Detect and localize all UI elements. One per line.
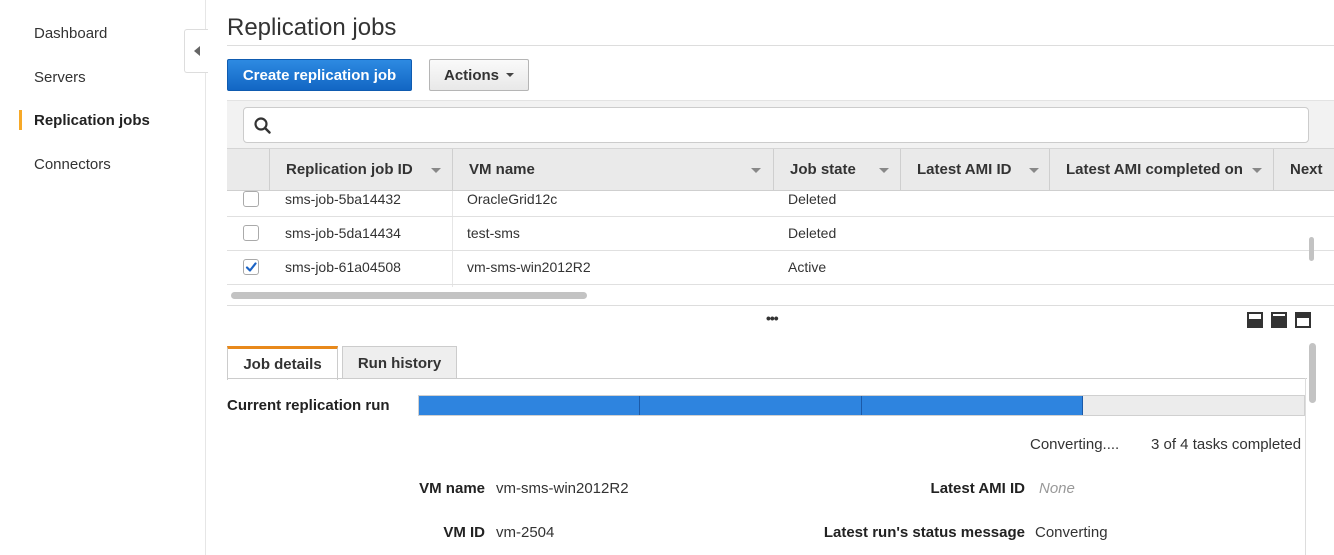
progress-segment-completed bbox=[419, 396, 641, 415]
column-header-job-id[interactable]: Replication job ID bbox=[269, 149, 452, 190]
caret-down-icon bbox=[506, 73, 514, 77]
sidebar-item-dashboard[interactable]: Dashboard bbox=[34, 25, 107, 42]
column-header-label: VM name bbox=[469, 161, 535, 178]
replication-progress-bar bbox=[418, 395, 1305, 416]
cell-job-state: Deleted bbox=[788, 191, 837, 207]
progress-tasks-text: 3 of 4 tasks completed bbox=[1151, 436, 1302, 453]
cell-vm-name: vm-sms-win2012R2 bbox=[467, 259, 591, 275]
cell-job-state: Deleted bbox=[788, 225, 837, 241]
cell-job-id: sms-job-61a04508 bbox=[285, 259, 401, 275]
details-vertical-scrollbar[interactable] bbox=[1309, 343, 1316, 403]
page-title: Replication jobs bbox=[227, 14, 397, 41]
table-vertical-scrollbar[interactable] bbox=[1309, 237, 1314, 261]
sort-caret-icon bbox=[879, 168, 889, 173]
vm-name-value: vm-sms-win2012R2 bbox=[496, 480, 629, 497]
cell-job-id: sms-job-5ba14432 bbox=[285, 191, 401, 207]
cell-job-state: Active bbox=[788, 259, 827, 275]
latest-ami-id-label: Latest AMI ID bbox=[930, 480, 1025, 497]
sidebar: Dashboard Servers Replication jobs Conne… bbox=[0, 0, 206, 555]
tab-job-details[interactable]: Job details bbox=[227, 346, 338, 380]
sort-caret-icon bbox=[751, 168, 761, 173]
column-header-label: Job state bbox=[790, 161, 856, 178]
tab-label: Run history bbox=[357, 354, 442, 372]
progress-status-text: Converting.... bbox=[1030, 436, 1120, 453]
tab-run-history[interactable]: Run history bbox=[342, 346, 457, 379]
cell-job-id: sms-job-5da14434 bbox=[285, 225, 401, 241]
sort-caret-icon bbox=[431, 168, 441, 173]
sort-caret-icon bbox=[1252, 168, 1262, 173]
create-replication-job-button[interactable]: Create replication job bbox=[227, 59, 412, 91]
tab-divider bbox=[227, 378, 1307, 379]
sidebar-item-replication-jobs[interactable]: Replication jobs bbox=[34, 112, 150, 129]
table-body: sms-job-5ba14432 OracleGrid12c Deleted s… bbox=[227, 191, 1334, 287]
sidebar-item-connectors[interactable]: Connectors bbox=[34, 156, 111, 173]
row-checkbox[interactable] bbox=[243, 225, 259, 241]
layout-split-icon[interactable] bbox=[1271, 312, 1287, 328]
column-header-label: Latest AMI completed on bbox=[1066, 161, 1243, 178]
search-box bbox=[243, 107, 1309, 143]
select-all-column bbox=[227, 149, 269, 190]
tab-label: Job details bbox=[243, 356, 322, 373]
column-header-next[interactable]: Next bbox=[1273, 149, 1334, 190]
status-message-label: Latest run's status message bbox=[823, 524, 1025, 541]
current-run-label: Current replication run bbox=[227, 397, 390, 414]
table-row[interactable]: sms-job-5ba14432 OracleGrid12c Deleted bbox=[227, 191, 1334, 217]
column-header-label: Latest AMI ID bbox=[917, 161, 1012, 178]
layout-bottom-icon[interactable] bbox=[1247, 312, 1263, 328]
table-row[interactable]: sms-job-5da14434 test-sms Deleted bbox=[227, 217, 1334, 251]
column-header-latest-ami-completed[interactable]: Latest AMI completed on bbox=[1049, 149, 1273, 190]
horizontal-scrollbar[interactable] bbox=[231, 292, 587, 299]
row-checkbox[interactable] bbox=[243, 191, 259, 207]
panel-border bbox=[1305, 378, 1306, 555]
panel-divider bbox=[227, 305, 1334, 306]
progress-segment-completed bbox=[640, 396, 862, 415]
collapse-sidebar-button[interactable] bbox=[184, 29, 208, 73]
search-input[interactable] bbox=[284, 114, 1284, 136]
cell-vm-name: test-sms bbox=[467, 225, 520, 241]
table-header: Replication job ID VM name Job state Lat… bbox=[227, 148, 1334, 191]
latest-ami-id-value: None bbox=[1039, 480, 1075, 497]
column-header-job-state[interactable]: Job state bbox=[773, 149, 900, 190]
actions-dropdown-button[interactable]: Actions bbox=[429, 59, 529, 91]
progress-segment-completed bbox=[861, 396, 1083, 415]
chevron-left-icon bbox=[193, 46, 200, 56]
cell-vm-name: OracleGrid12c bbox=[467, 191, 558, 207]
vm-name-label: VM name bbox=[419, 480, 485, 497]
layout-toggle-group bbox=[1247, 312, 1311, 328]
checkmark-icon bbox=[245, 262, 257, 272]
sidebar-item-servers[interactable]: Servers bbox=[34, 69, 86, 86]
column-header-label: Next bbox=[1290, 161, 1323, 178]
title-divider bbox=[227, 45, 1334, 46]
status-message-value: Converting bbox=[1035, 524, 1108, 541]
vm-id-label: VM ID bbox=[443, 524, 485, 541]
column-header-vm-name[interactable]: VM name bbox=[452, 149, 773, 190]
row-checkbox-checked[interactable] bbox=[243, 259, 259, 275]
vm-id-value: vm-2504 bbox=[496, 524, 555, 541]
search-bar bbox=[227, 100, 1334, 148]
column-header-label: Replication job ID bbox=[286, 161, 413, 178]
active-nav-marker bbox=[19, 110, 22, 130]
table-row-selected[interactable]: sms-job-61a04508 vm-sms-win2012R2 Active bbox=[227, 251, 1334, 285]
actions-label: Actions bbox=[443, 66, 499, 84]
layout-top-icon[interactable] bbox=[1295, 312, 1311, 328]
sort-caret-icon bbox=[1029, 168, 1039, 173]
search-icon bbox=[254, 117, 271, 134]
column-header-latest-ami-id[interactable]: Latest AMI ID bbox=[900, 149, 1049, 190]
resize-handle-icon[interactable]: ••• bbox=[766, 310, 779, 326]
